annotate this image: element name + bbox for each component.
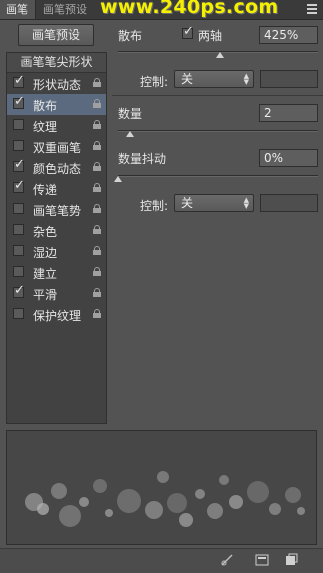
bottom-toolbar <box>0 548 323 573</box>
list-item[interactable]: 画笔笔势 <box>7 199 106 220</box>
list-item-label: 颜色动态 <box>33 162 82 176</box>
panel-menu-icon[interactable] <box>307 4 317 14</box>
scatter-slider-thumb[interactable] <box>216 52 224 58</box>
tab-bar: 画笔 画笔预设 www.240ps.com <box>0 0 323 20</box>
lock-icon[interactable] <box>93 225 101 234</box>
list-item[interactable]: ✓ 形状动态 <box>7 73 106 94</box>
both-axes-checkbox[interactable]: ✓ <box>182 25 194 39</box>
lock-icon[interactable] <box>93 120 101 129</box>
brush-toggle-icon[interactable] <box>220 553 234 567</box>
list-item[interactable]: ✓ 平滑 <box>7 283 106 304</box>
select-arrows-icon: ▲ ▼ <box>243 72 249 86</box>
lock-icon[interactable] <box>93 141 101 150</box>
list-item[interactable]: ✓ 传递 <box>7 178 106 199</box>
brush-settings-list: 画笔笔尖形状 ✓ 形状动态 ✓ 散布纹理双重画笔 ✓ 颜色动态 ✓ 传递画笔笔势杂色湿边建立 ✓… <box>6 52 107 424</box>
count-jitter-slider-thumb[interactable] <box>114 176 122 182</box>
list-item[interactable]: 双重画笔 <box>7 136 106 157</box>
list-item[interactable]: 杂色 <box>7 220 106 241</box>
create-preset-icon[interactable] <box>284 553 298 567</box>
both-axes-label: 两轴 <box>198 29 223 43</box>
list-item-label: 双重画笔 <box>33 141 82 155</box>
check-icon: ✓ <box>14 157 25 172</box>
list-item-checkbox[interactable]: ✓ <box>13 94 25 109</box>
count-slider-thumb[interactable] <box>126 131 134 137</box>
count-jitter-control-extra-field <box>260 194 318 212</box>
scatter-control-select[interactable]: 关 ▲ ▼ <box>174 70 254 88</box>
list-item-label: 纹理 <box>33 120 58 134</box>
list-item[interactable]: ✓ 颜色动态 <box>7 157 106 178</box>
list-item-label: 杂色 <box>33 225 58 239</box>
count-jitter-label: 数量抖动 <box>118 152 167 166</box>
list-item[interactable]: 湿边 <box>7 241 106 262</box>
list-item-checkbox[interactable] <box>13 308 24 319</box>
list-item[interactable]: 纹理 <box>7 115 106 136</box>
check-icon: ✓ <box>14 283 25 298</box>
lock-icon[interactable] <box>93 78 101 87</box>
brush-tip-shape-item[interactable]: 画笔笔尖形状 <box>7 53 106 73</box>
list-item[interactable]: 建立 <box>7 262 106 283</box>
list-item-checkbox[interactable]: ✓ <box>13 178 25 193</box>
lock-icon[interactable] <box>93 99 101 108</box>
list-item-checkbox[interactable] <box>13 140 24 151</box>
new-brush-icon[interactable] <box>255 553 269 567</box>
scatter-control-label: 控制: <box>140 75 169 89</box>
list-item-label: 湿边 <box>33 246 58 260</box>
check-icon: ✓ <box>14 94 25 109</box>
check-icon: ✓ <box>14 73 25 88</box>
list-item-checkbox[interactable]: ✓ <box>13 73 25 88</box>
lock-icon[interactable] <box>93 162 101 171</box>
lock-icon[interactable] <box>93 246 101 255</box>
count-slider-track[interactable] <box>118 130 318 132</box>
count-jitter-control-select[interactable]: 关 ▲ ▼ <box>174 194 254 212</box>
tab-brush[interactable]: 画笔 <box>0 0 36 19</box>
tab-brush-presets[interactable]: 画笔预设 <box>37 0 95 19</box>
list-item-checkbox[interactable] <box>13 245 24 256</box>
count-jitter-value-field[interactable]: 0% <box>259 149 318 167</box>
lock-icon[interactable] <box>93 267 101 276</box>
list-item-checkbox[interactable]: ✓ <box>13 157 25 172</box>
list-item-label: 散布 <box>33 99 58 113</box>
list-item-label: 画笔笔势 <box>33 204 82 218</box>
list-item-label: 平滑 <box>33 288 58 302</box>
list-item-checkbox[interactable]: ✓ <box>13 283 25 298</box>
watermark: www.240ps.com <box>100 0 279 18</box>
lock-icon[interactable] <box>93 288 101 297</box>
scatter-label: 散布 <box>118 29 143 43</box>
lock-icon[interactable] <box>93 204 101 213</box>
select-arrows-icon: ▲ ▼ <box>243 196 249 210</box>
list-item-label: 保护纹理 <box>33 309 82 323</box>
lock-icon[interactable] <box>93 183 101 192</box>
list-item-checkbox[interactable] <box>13 266 24 277</box>
check-icon: ✓ <box>14 178 25 193</box>
count-jitter-slider-track[interactable] <box>118 175 318 177</box>
scatter-control-extra-field <box>260 70 318 88</box>
list-item-label: 形状动态 <box>33 78 82 92</box>
list-item-label: 传递 <box>33 183 58 197</box>
list-item-checkbox[interactable] <box>13 119 24 130</box>
list-item[interactable]: 保护纹理 <box>7 304 106 325</box>
list-item[interactable]: ✓ 散布 <box>7 94 106 115</box>
brush-stroke-preview <box>6 430 317 545</box>
scatter-value-field[interactable]: 425% <box>259 26 318 44</box>
list-item-checkbox[interactable] <box>13 203 24 214</box>
count-value-field[interactable]: 2 <box>259 104 318 122</box>
divider <box>112 95 323 96</box>
brush-presets-button[interactable]: 画笔预设 <box>18 24 94 46</box>
count-jitter-control-label: 控制: <box>140 199 169 213</box>
list-item-label: 建立 <box>33 267 58 281</box>
lock-icon[interactable] <box>93 309 101 318</box>
count-label: 数量 <box>118 107 143 121</box>
list-item-checkbox[interactable] <box>13 224 24 235</box>
